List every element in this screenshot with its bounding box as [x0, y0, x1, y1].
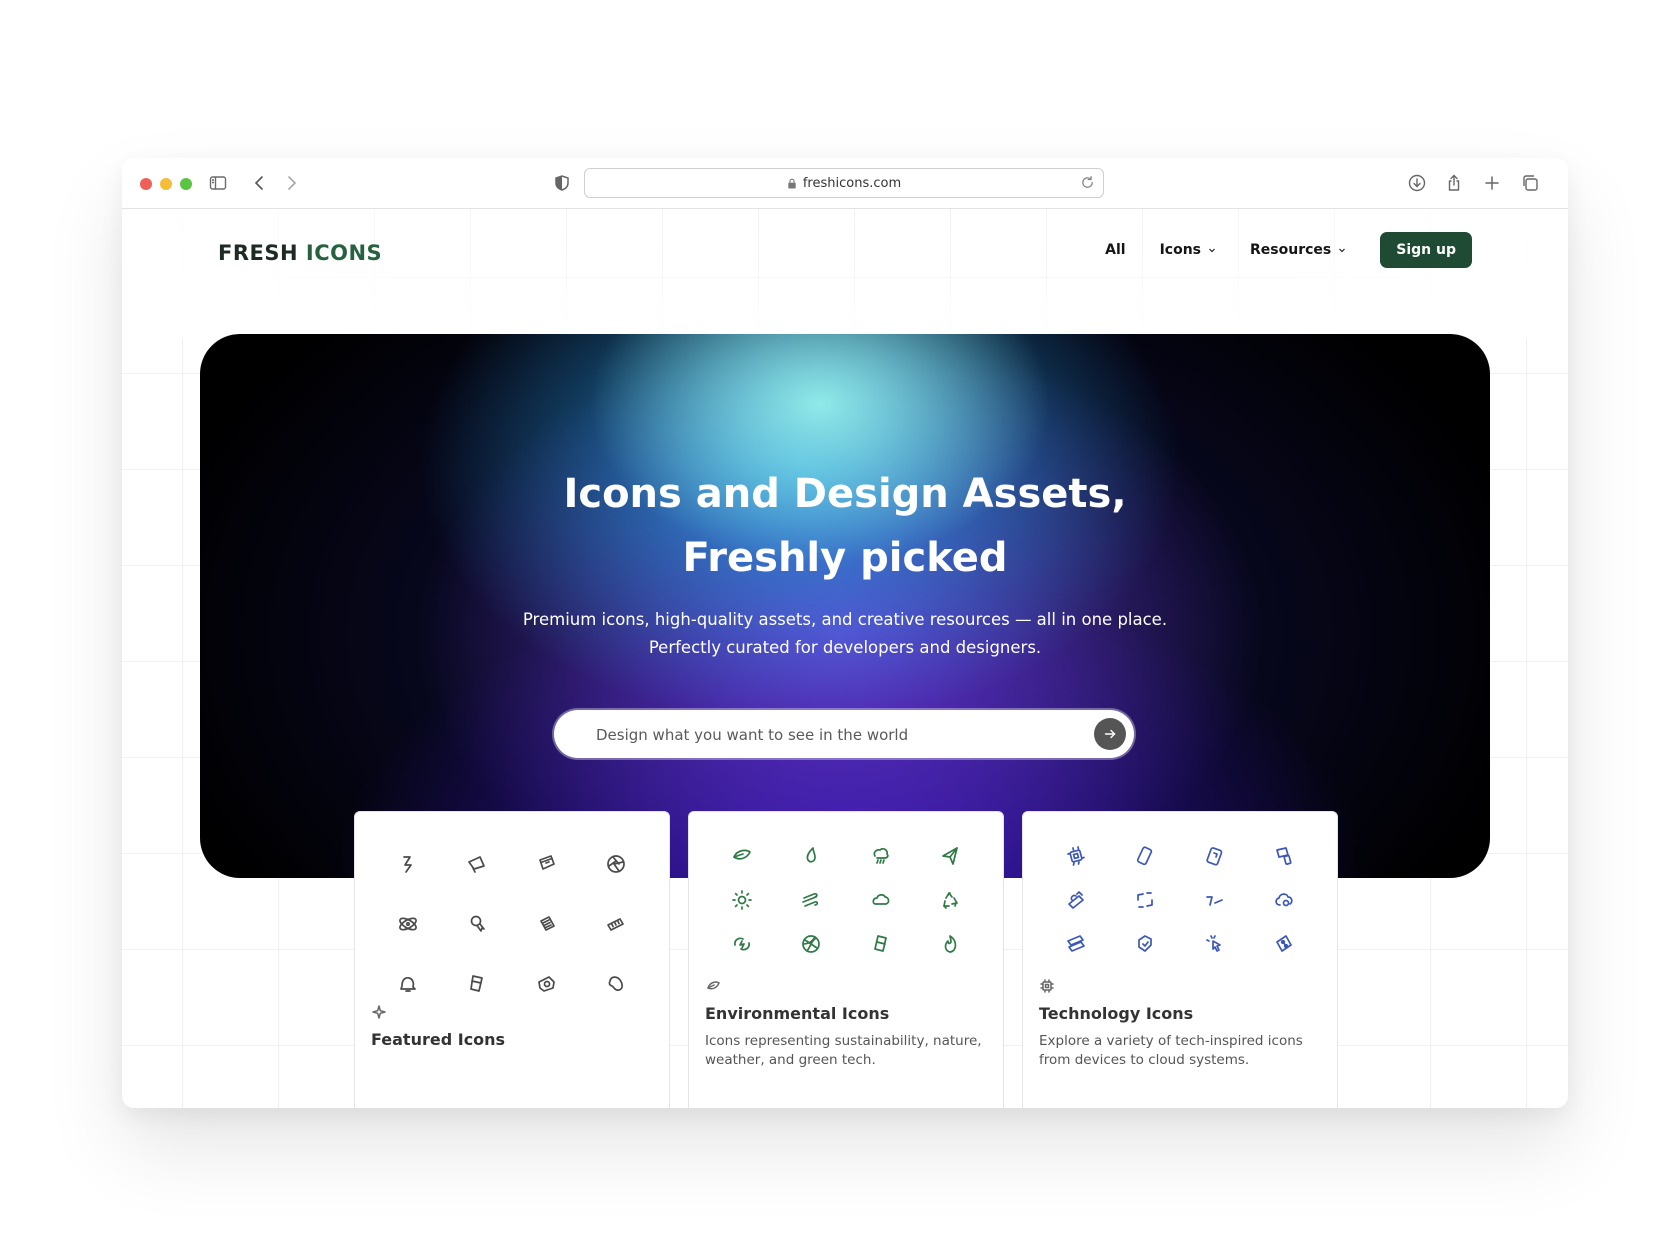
card-description: Icons representing sustainability, natur… [705, 1033, 982, 1068]
card-featured-icons[interactable]: Featured Icons [354, 811, 670, 1108]
card-title: Environmental Icons [705, 1004, 890, 1023]
sidebar-icon[interactable] [206, 171, 230, 195]
site-logo[interactable]: FRESH ICONS [218, 241, 382, 265]
leaf-icon[interactable] [707, 834, 777, 878]
address-bar[interactable]: freshicons.com [584, 168, 1104, 198]
flame-icon[interactable] [916, 922, 986, 966]
zoom-window-button[interactable] [180, 178, 192, 190]
server-icon[interactable] [1041, 922, 1111, 966]
leaf-icon [705, 978, 721, 994]
sun-icon[interactable] [707, 878, 777, 922]
card-technology-icons[interactable]: Technology Icons Explore a variety of te… [1022, 811, 1338, 1108]
droplet-icon[interactable] [777, 834, 847, 878]
terminal-icon[interactable] [1180, 878, 1250, 922]
nav-icons[interactable]: Icons [1160, 242, 1216, 258]
devices-icon[interactable] [1250, 834, 1320, 878]
archive-box-icon[interactable] [512, 834, 582, 894]
lock-icon [788, 178, 796, 189]
category-cards: Featured Icons Environmental Icons Icons… [354, 811, 1338, 1108]
close-window-button[interactable] [140, 178, 152, 190]
card-title: Featured Icons [371, 1030, 506, 1049]
card-description: Explore a variety of tech-inspired icons… [1039, 1033, 1303, 1068]
ticket-icon[interactable] [582, 894, 652, 954]
arrow-right-icon [1104, 729, 1116, 739]
hero-banner: Icons and Design Assets, Freshly picked … [200, 334, 1490, 878]
cloud-settings-icon[interactable] [1250, 878, 1320, 922]
logo-word-2: ICONS [305, 241, 383, 265]
browser-toolbar: freshicons.com [122, 158, 1568, 209]
back-icon[interactable] [248, 171, 272, 195]
chevron-down-icon [1339, 248, 1346, 253]
hero-title: Icons and Design Assets, Freshly picked [563, 471, 1127, 581]
sparkles-icon [371, 1004, 387, 1020]
atom-icon[interactable] [373, 894, 443, 954]
cloud-icon[interactable] [846, 878, 916, 922]
award-icon[interactable] [443, 894, 513, 954]
expand-frame-icon[interactable] [1111, 878, 1181, 922]
energy-cycle-icon[interactable] [707, 922, 777, 966]
recycle-icon[interactable] [916, 878, 986, 922]
lightning-icon[interactable] [373, 834, 443, 894]
shield-icon[interactable] [550, 171, 574, 195]
chevron-down-icon [1209, 248, 1215, 253]
globe-icon[interactable] [777, 922, 847, 966]
sign-up-button[interactable]: Sign up [1380, 232, 1472, 268]
reload-icon[interactable] [1080, 175, 1095, 190]
new-tab-icon[interactable] [1480, 171, 1504, 195]
cursor-click-icon[interactable] [1180, 922, 1250, 966]
circuit-board-icon[interactable] [1250, 922, 1320, 966]
main-nav: All Icons Resources Sign up [1105, 232, 1472, 268]
share-icon[interactable] [1442, 171, 1466, 195]
folder-stack-icon[interactable] [512, 894, 582, 954]
hero-subtitle: Premium icons, high-quality assets, and … [522, 610, 1168, 657]
blob-icon[interactable] [582, 954, 652, 1014]
browser-window: freshicons.com FRESH ICONS All Icons Res… [122, 158, 1568, 1108]
camera-icon[interactable] [512, 954, 582, 1014]
wind-icon[interactable] [777, 878, 847, 922]
megaphone-icon[interactable] [443, 834, 513, 894]
search-submit-button[interactable] [1094, 718, 1126, 750]
nav-all[interactable]: All [1105, 242, 1125, 258]
search-input[interactable] [594, 710, 1078, 760]
logo-word-1: FRESH [218, 241, 299, 265]
minimize-window-button[interactable] [160, 178, 172, 190]
nav-resources[interactable]: Resources [1250, 242, 1346, 258]
tablet-icon[interactable] [1180, 834, 1250, 878]
cpu-chip-icon[interactable] [1041, 834, 1111, 878]
cup-icon[interactable] [443, 954, 513, 1014]
icon-grid [1041, 834, 1319, 966]
smartphone-icon[interactable] [1111, 834, 1181, 878]
download-icon[interactable] [1405, 171, 1429, 195]
aperture-icon[interactable] [582, 834, 652, 894]
cloud-rain-icon[interactable] [846, 834, 916, 878]
paper-plane-icon[interactable] [916, 834, 986, 878]
website: FRESH ICONS All Icons Resources Sign up … [122, 209, 1568, 1108]
battery-icon[interactable] [846, 922, 916, 966]
card-title: Technology Icons [1039, 1004, 1194, 1023]
forward-icon[interactable] [279, 171, 303, 195]
chip-icon [1039, 978, 1055, 994]
tabs-overview-icon[interactable] [1518, 171, 1542, 195]
search-box [554, 710, 1134, 760]
shield-chip-icon[interactable] [1111, 922, 1181, 966]
icon-grid [707, 834, 985, 966]
card-environmental-icons[interactable]: Environmental Icons Icons representing s… [688, 811, 1004, 1108]
usb-drive-icon[interactable] [1041, 878, 1111, 922]
url-text: freshicons.com [802, 175, 902, 191]
icon-grid [373, 834, 651, 1014]
